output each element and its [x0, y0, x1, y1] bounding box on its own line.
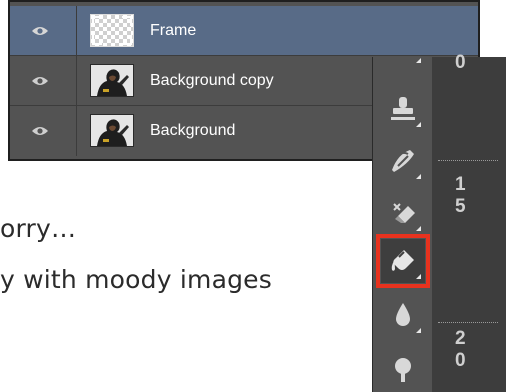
layer-thumbnail — [90, 64, 134, 97]
article-text-line-2: y with moody images — [0, 265, 272, 294]
layer-thumbnail — [90, 14, 134, 47]
tool-eraser[interactable] — [381, 191, 425, 235]
ruler-number: 0 — [455, 350, 466, 371]
eye-icon — [32, 127, 48, 135]
tool-blur[interactable] — [381, 293, 425, 337]
tool-history-brush[interactable] — [381, 139, 425, 183]
blur-drop-icon — [396, 303, 410, 326]
eye-icon — [32, 26, 48, 35]
clone-stamp-icon — [391, 97, 415, 120]
tool-clone-stamp[interactable] — [381, 87, 425, 131]
visibility-toggle[interactable] — [10, 106, 70, 156]
ruler-number: 5 — [455, 196, 466, 217]
paint-bucket-icon — [391, 250, 414, 271]
visibility-toggle[interactable] — [10, 6, 70, 55]
tool-dodge[interactable] — [381, 345, 425, 389]
tools-panel — [372, 57, 432, 392]
ruler-number: 1 — [455, 174, 466, 195]
tool-partial[interactable] — [381, 37, 425, 67]
ruler-strip — [432, 57, 506, 392]
tool-paint-bucket[interactable] — [376, 234, 430, 288]
visibility-toggle[interactable] — [10, 56, 70, 105]
layer-thumbnail — [90, 114, 134, 147]
layer-name: Background copy — [150, 71, 274, 89]
eye-icon — [32, 76, 48, 85]
history-brush-icon — [392, 150, 414, 172]
layer-name: Background — [150, 122, 236, 139]
layer-name: Frame — [150, 21, 197, 39]
dodge-icon — [395, 358, 411, 382]
ruler-number: 0 — [455, 52, 466, 73]
ruler-number: 2 — [455, 328, 466, 349]
article-text-line-1: orry… — [0, 214, 77, 243]
eraser-icon — [393, 203, 415, 223]
